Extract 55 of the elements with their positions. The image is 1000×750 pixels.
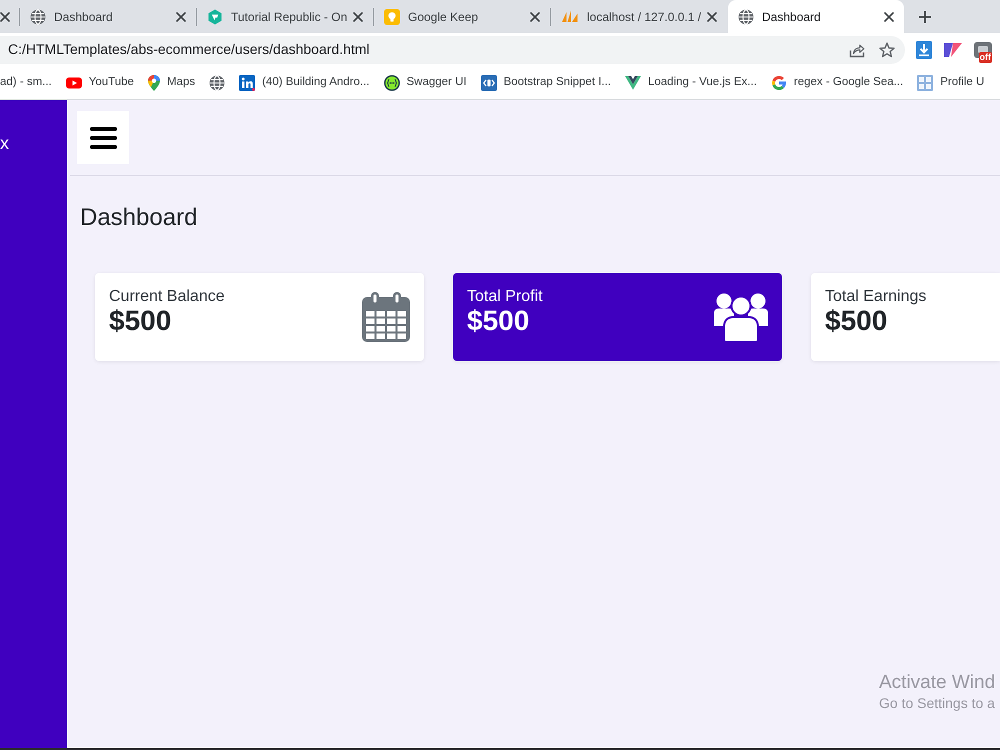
sidebar-brand-text: x: [0, 134, 9, 152]
download-icon[interactable]: [916, 40, 932, 58]
menu-icon: [90, 126, 116, 148]
flag-icon[interactable]: [944, 42, 962, 58]
globe-icon: [30, 8, 46, 24]
card-title: Current Balance: [109, 286, 225, 306]
bracket-square-icon: [480, 74, 497, 90]
v-logo-icon: [625, 75, 641, 90]
bookmark-link[interactable]: ad) - sm...: [0, 74, 52, 92]
activation-notice-title: Activate Wind: [879, 672, 996, 695]
page-heading: Dashboard: [80, 204, 198, 233]
braces-circle-icon: [384, 74, 400, 90]
browser-tab[interactable]: localhost / 127.0.0.1 /: [551, 0, 727, 33]
close-icon[interactable]: [176, 12, 186, 22]
card-title: Total Earnings: [825, 286, 926, 306]
close-icon[interactable]: [707, 12, 717, 22]
bookmark-link[interactable]: Swagger UI: [384, 74, 467, 92]
tile-grid-icon: [917, 74, 934, 90]
bookmark-link[interactable]: regex - Google Sea...: [770, 74, 904, 92]
browser-tab[interactable]: Dashboard: [728, 0, 904, 33]
bookmark-link[interactable]: Maps: [148, 74, 196, 92]
map-pin-icon: [148, 74, 160, 90]
bookmark-link[interactable]: Loading - Vue.js Ex...: [625, 74, 757, 92]
g-logo-icon: [770, 74, 787, 90]
play-button-icon: [66, 74, 82, 90]
address-bar[interactable]: C:/HTMLTemplates/abs-ecommerce/users/dashboard.html: [0, 36, 905, 64]
menu-button[interactable]: [77, 111, 129, 164]
close-icon[interactable]: [884, 12, 894, 22]
card-value: $500: [825, 306, 888, 337]
users-icon: [714, 292, 768, 342]
browser-tab[interactable]: Google Keep: [374, 0, 550, 33]
sail-icon: [561, 8, 579, 24]
bookmark-link[interactable]: YouTube: [66, 74, 134, 92]
card-value: $500: [467, 306, 530, 337]
browser-tab[interactable]: Tutorial Republic - On: [197, 0, 373, 33]
card-title: Total Profit: [467, 286, 543, 306]
bookmark-link[interactable]: Bootstrap Snippet I...: [480, 74, 611, 92]
star-icon[interactable]: [879, 42, 895, 58]
card-value: $500: [109, 306, 172, 337]
activation-notice-text: Go to Settings to a: [879, 694, 995, 712]
plus-icon[interactable]: [918, 10, 932, 24]
globe-icon[interactable]: [209, 74, 226, 90]
in-logo-icon: [239, 74, 256, 90]
lightbulb-icon: [384, 8, 400, 24]
close-icon[interactable]: [353, 12, 363, 22]
address-field[interactable]: C:/HTMLTemplates/abs-ecommerce/users/dashboard.html: [8, 39, 835, 60]
globe-icon: [738, 8, 754, 24]
close-icon[interactable]: [530, 12, 540, 22]
calendar-icon: [362, 292, 410, 342]
bookmark-link[interactable]: Profile U: [917, 74, 984, 92]
bookmark-link[interactable]: (40) Building Andro...: [239, 74, 370, 92]
hexagon-icon: [207, 8, 223, 24]
close-icon[interactable]: [0, 12, 10, 22]
share-icon[interactable]: [849, 42, 865, 58]
browser-tab[interactable]: Dashboard: [20, 0, 196, 33]
